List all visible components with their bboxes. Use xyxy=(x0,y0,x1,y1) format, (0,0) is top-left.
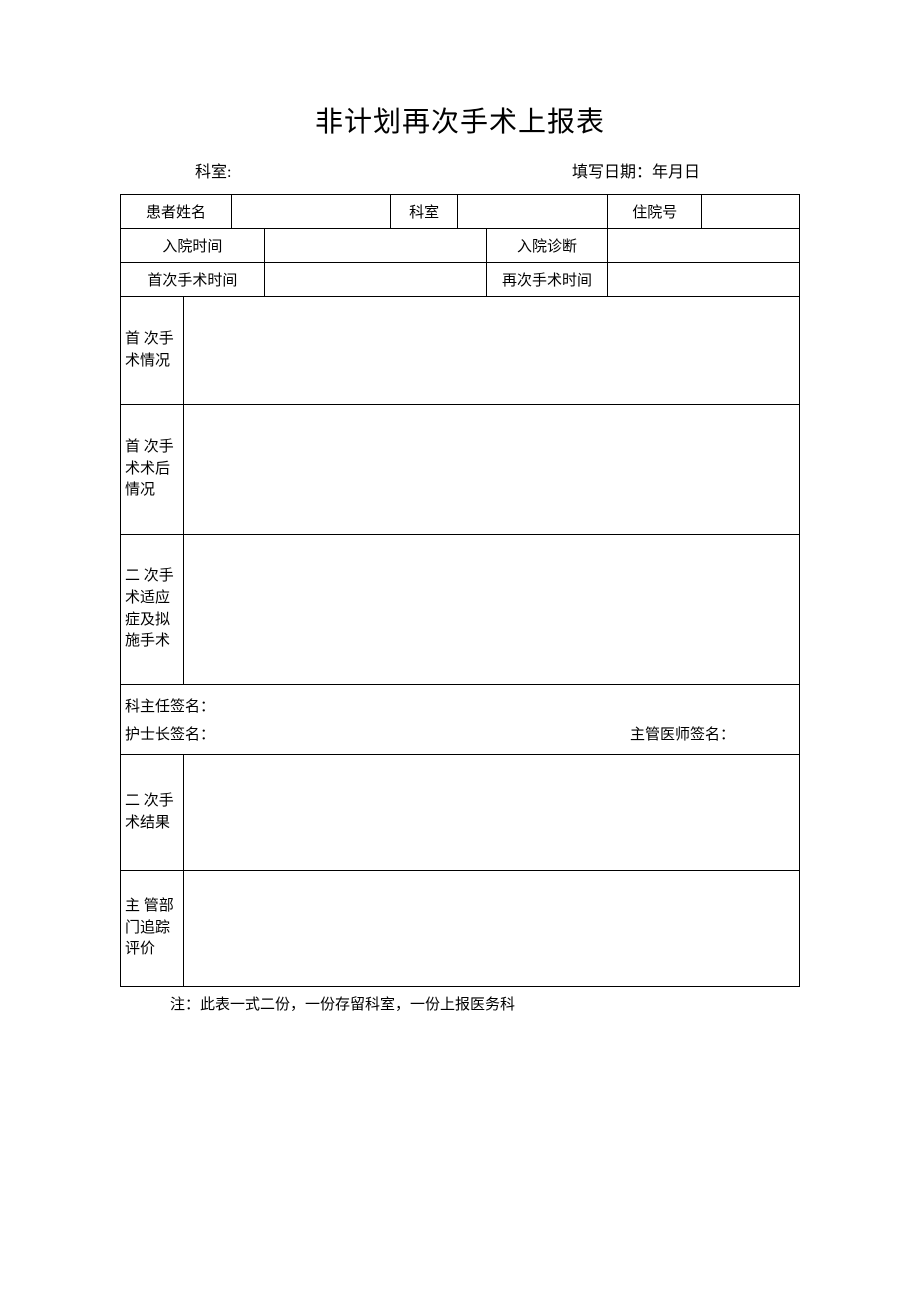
label-patient-name: 患者姓名 xyxy=(121,195,232,229)
value-hosp-no[interactable] xyxy=(702,195,800,229)
row-basic-1: 患者姓名 科室 住院号 xyxy=(121,195,800,229)
sig-doctor[interactable]: 主管医师签名： xyxy=(630,723,735,744)
value-second-result[interactable] xyxy=(184,755,800,871)
value-dept[interactable] xyxy=(458,195,608,229)
row-second-indication: 二 次手术适应症及拟施手术 xyxy=(121,535,800,685)
label-second-indication: 二 次手术适应症及拟施手术 xyxy=(121,535,184,685)
row-signatures: 科主任签名： 护士长签名： 主管医师签名： xyxy=(121,685,800,755)
date-label: 填写日期：年月日 xyxy=(572,158,800,182)
label-dept-followup: 主 管部门追踪评价 xyxy=(121,871,184,987)
label-second-result: 二 次手术结果 xyxy=(121,755,184,871)
value-first-post-info[interactable] xyxy=(184,405,800,535)
value-admit-diag[interactable] xyxy=(608,229,800,263)
sig-chief[interactable]: 科主任签名： xyxy=(125,695,795,716)
label-admit-time: 入院时间 xyxy=(121,229,265,263)
value-dept-followup[interactable] xyxy=(184,871,800,987)
row-basic-3: 首次手术时间 再次手术时间 xyxy=(121,263,800,297)
label-hosp-no: 住院号 xyxy=(608,195,702,229)
value-admit-time[interactable] xyxy=(264,229,486,263)
value-first-surgery-time[interactable] xyxy=(264,263,486,297)
row-basic-2: 入院时间 入院诊断 xyxy=(121,229,800,263)
value-re-surgery-time[interactable] xyxy=(608,263,800,297)
dept-label: 科室: xyxy=(195,158,255,182)
form-table: 患者姓名 科室 住院号 入院时间 入院诊断 首次手术时间 再次手术时间 首 次手… xyxy=(120,194,800,987)
label-admit-diag: 入院诊断 xyxy=(486,229,608,263)
value-patient-name[interactable] xyxy=(232,195,391,229)
value-second-indication[interactable] xyxy=(184,535,800,685)
label-dept: 科室 xyxy=(390,195,457,229)
label-first-surgery-time: 首次手术时间 xyxy=(121,263,265,297)
sig-nurse[interactable]: 护士长签名： xyxy=(125,723,215,744)
row-second-result: 二 次手术结果 xyxy=(121,755,800,871)
header-row: 科室: 填写日期：年月日 xyxy=(120,158,800,182)
row-first-post-info: 首 次手术术后情况 xyxy=(121,405,800,535)
row-first-surgery-info: 首 次手术情况 xyxy=(121,297,800,405)
label-first-surgery-info: 首 次手术情况 xyxy=(121,297,184,405)
label-re-surgery-time: 再次手术时间 xyxy=(486,263,608,297)
footnote: 注：此表一式二份，一份存留科室，一份上报医务科 xyxy=(120,993,800,1014)
label-first-post-info: 首 次手术术后情况 xyxy=(121,405,184,535)
value-first-surgery-info[interactable] xyxy=(184,297,800,405)
form-title: 非计划再次手术上报表 xyxy=(120,100,800,140)
row-dept-followup: 主 管部门追踪评价 xyxy=(121,871,800,987)
